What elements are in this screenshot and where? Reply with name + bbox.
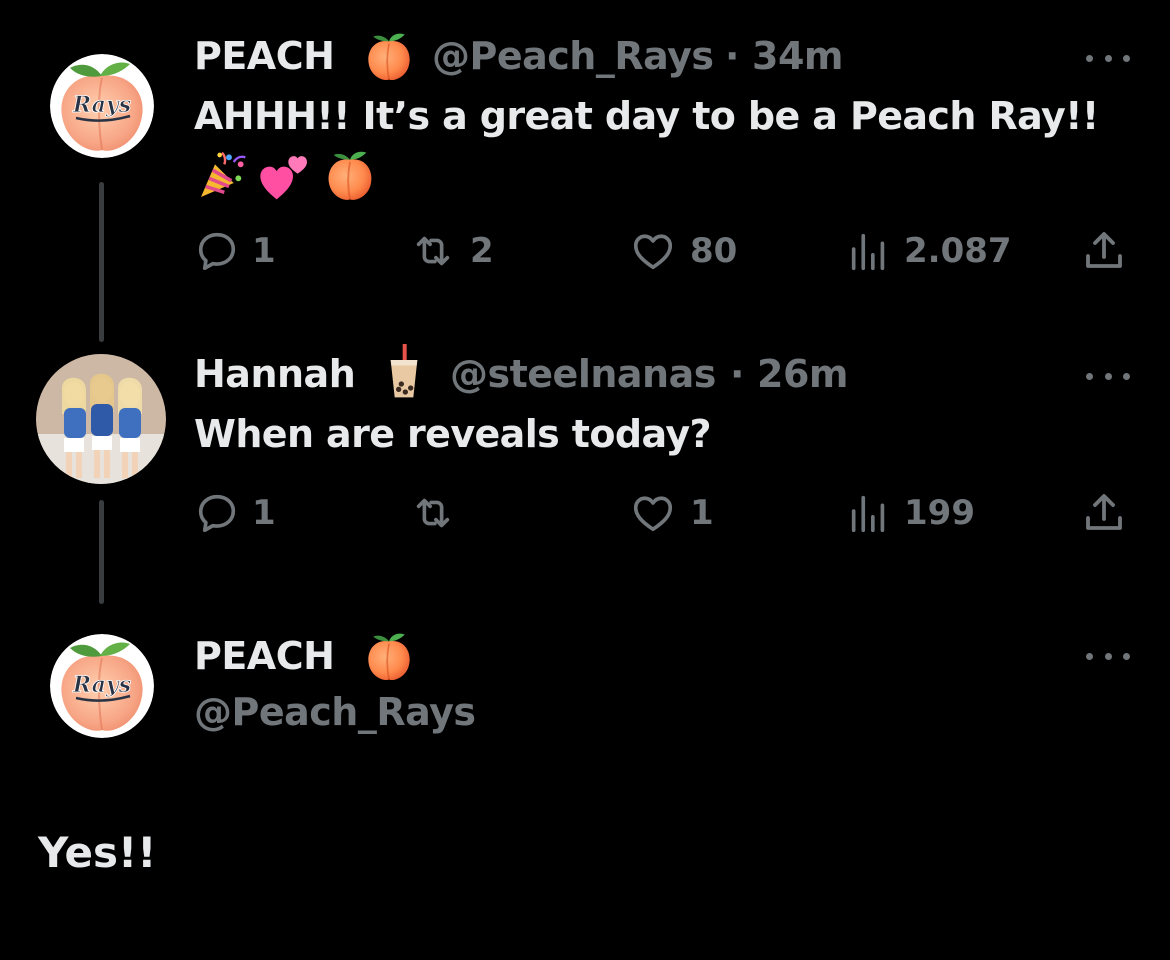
reply-icon	[194, 490, 240, 536]
reply-count: 1	[252, 231, 276, 271]
retweet-icon	[408, 490, 458, 536]
rays-logo-avatar-icon	[50, 634, 154, 738]
thread-line	[99, 500, 104, 604]
share-icon	[1080, 227, 1128, 275]
time-separator: ·	[730, 352, 744, 396]
like-button[interactable]: 80	[628, 226, 737, 276]
retweet-button[interactable]: 2	[408, 226, 494, 276]
user-handle[interactable]: @steelnanas	[450, 352, 716, 396]
display-name[interactable]: Hannah	[194, 352, 356, 396]
view-count: 199	[904, 493, 975, 533]
more-options-icon[interactable]	[1086, 650, 1130, 662]
more-options-icon[interactable]	[1086, 52, 1130, 64]
reply-button[interactable]: 1	[194, 488, 276, 538]
time-separator: ·	[725, 34, 739, 78]
peach-icon	[362, 30, 416, 84]
heart-icon	[628, 228, 678, 274]
views-button[interactable]: 199	[846, 488, 975, 538]
user-handle[interactable]: @Peach_Rays	[194, 690, 476, 734]
avatar[interactable]	[50, 634, 154, 738]
retweet-button[interactable]	[408, 488, 470, 538]
tweet-text: Yes!!	[38, 828, 157, 877]
like-count: 1	[690, 493, 714, 533]
like-count: 80	[690, 231, 738, 271]
more-options-icon[interactable]	[1086, 370, 1130, 382]
tweet-text: AHHH!! It’s a great day to be a Peach Ra…	[194, 94, 1099, 138]
display-name[interactable]: PEACH	[194, 634, 335, 678]
share-icon	[1080, 489, 1128, 537]
analytics-icon	[846, 228, 892, 274]
analytics-icon	[846, 490, 892, 536]
reply-count: 1	[252, 493, 276, 533]
rays-logo-avatar-icon	[50, 54, 154, 158]
display-name[interactable]: PEACH	[194, 34, 335, 78]
timestamp[interactable]: 34m	[752, 34, 843, 78]
view-count: 2.087	[904, 231, 1012, 271]
heart-icon	[628, 490, 678, 536]
share-button[interactable]	[1080, 226, 1128, 276]
user-handle[interactable]: @Peach_Rays	[432, 34, 714, 78]
share-button[interactable]	[1080, 488, 1128, 538]
reply-icon	[194, 228, 240, 274]
peach-icon	[322, 148, 378, 204]
retweet-icon	[408, 228, 458, 274]
user-photo-icon	[36, 354, 166, 484]
two-hearts-icon	[260, 156, 307, 200]
retweet-count: 2	[470, 231, 494, 271]
timestamp[interactable]: 26m	[757, 352, 848, 396]
peach-icon	[362, 630, 416, 684]
tweet-text: When are reveals today?	[194, 412, 712, 456]
views-button[interactable]: 2.087	[846, 226, 1012, 276]
reply-button[interactable]: 1	[194, 226, 276, 276]
party-popper-icon	[201, 151, 246, 197]
bubble-tea-icon	[390, 344, 418, 398]
avatar[interactable]	[36, 354, 166, 484]
avatar[interactable]	[50, 54, 154, 158]
thread-line	[99, 182, 104, 342]
like-button[interactable]: 1	[628, 488, 714, 538]
